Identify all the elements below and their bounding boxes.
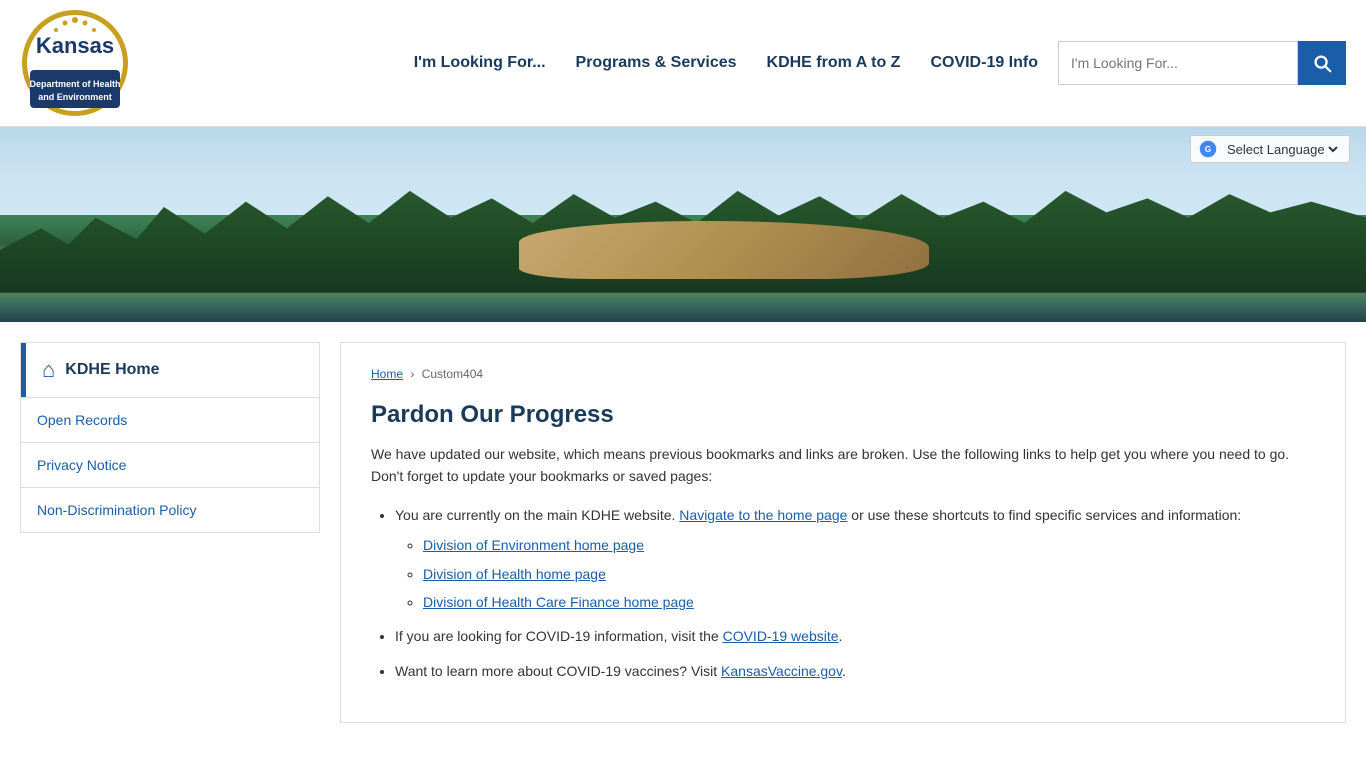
intro-text: We have updated our website, which means… — [371, 443, 1315, 488]
language-select[interactable]: Select Language Spanish French — [1223, 141, 1341, 158]
sidebar-item-non-discrimination[interactable]: Non-Discrimination Policy — [21, 487, 319, 532]
search-area — [1058, 41, 1346, 85]
sub-list-item-environment: Division of Environment home page — [423, 534, 1315, 556]
breadcrumb-home[interactable]: Home — [371, 367, 403, 381]
sub-list-1: Division of Environment home page Divisi… — [395, 534, 1315, 613]
site-header: Kansas Department of Health and Environm… — [0, 0, 1366, 127]
hero-water — [0, 273, 1366, 322]
division-health-link[interactable]: Division of Health home page — [423, 566, 606, 582]
svg-text:and Environment: and Environment — [38, 92, 112, 102]
main-nav: I'm Looking For... Programs & Services K… — [414, 54, 1038, 72]
covid-website-link[interactable]: COVID-19 website — [723, 628, 839, 644]
breadcrumb-current: Custom404 — [422, 367, 483, 381]
list-item-2: If you are looking for COVID-19 informat… — [395, 625, 1315, 647]
sidebar-home[interactable]: ⌂ KDHE Home — [21, 343, 319, 397]
search-button[interactable] — [1298, 41, 1346, 85]
list-item-2-text-after: . — [839, 628, 843, 644]
google-translate-icon: G — [1199, 140, 1217, 158]
sidebar-item-privacy-notice[interactable]: Privacy Notice — [21, 442, 319, 487]
list-item-3: Want to learn more about COVID-19 vaccin… — [395, 660, 1315, 682]
kdhe-logo[interactable]: Kansas Department of Health and Environm… — [20, 8, 130, 118]
page-title: Pardon Our Progress — [371, 401, 1315, 429]
list-item-1-text-before: You are currently on the main KDHE websi… — [395, 507, 679, 523]
sub-list-item-healthcare-finance: Division of Health Care Finance home pag… — [423, 591, 1315, 613]
sidebar: ⌂ KDHE Home Open Records Privacy Notice … — [20, 342, 320, 533]
navigate-home-link[interactable]: Navigate to the home page — [679, 507, 847, 523]
content-area: Home › Custom404 Pardon Our Progress We … — [340, 342, 1346, 723]
main-content-list: You are currently on the main KDHE websi… — [371, 504, 1315, 682]
nav-programs[interactable]: Programs & Services — [576, 54, 737, 72]
sidebar-item-open-records[interactable]: Open Records — [21, 398, 319, 442]
division-environment-link[interactable]: Division of Environment home page — [423, 537, 644, 553]
list-item-1-text-after: or use these shortcuts to find specific … — [847, 507, 1241, 523]
breadcrumb: Home › Custom404 — [371, 367, 1315, 381]
svg-text:G: G — [1205, 145, 1211, 154]
hero-image: G Select Language Spanish French — [0, 127, 1366, 322]
nav-kdhe-a-to-z[interactable]: KDHE from A to Z — [767, 54, 901, 72]
sidebar-home-label: KDHE Home — [65, 361, 159, 379]
list-item-1: You are currently on the main KDHE websi… — [395, 504, 1315, 614]
sub-list-item-health: Division of Health home page — [423, 563, 1315, 585]
list-item-3-text-before: Want to learn more about COVID-19 vaccin… — [395, 663, 721, 679]
breadcrumb-separator: › — [410, 367, 414, 381]
logo-area[interactable]: Kansas Department of Health and Environm… — [20, 8, 130, 118]
svg-text:Department of Health: Department of Health — [29, 79, 120, 89]
list-item-2-text-before: If you are looking for COVID-19 informat… — [395, 628, 723, 644]
main-container: ⌂ KDHE Home Open Records Privacy Notice … — [0, 322, 1366, 743]
home-icon: ⌂ — [42, 357, 55, 383]
search-icon — [1311, 52, 1333, 74]
division-healthcare-finance-link[interactable]: Division of Health Care Finance home pag… — [423, 594, 694, 610]
kansas-vaccine-link[interactable]: KansasVaccine.gov — [721, 663, 842, 679]
hero-rock — [519, 221, 929, 280]
list-item-3-text-after: . — [842, 663, 846, 679]
search-input[interactable] — [1058, 41, 1298, 85]
language-selector-bar: G Select Language Spanish French — [1190, 135, 1350, 163]
nav-looking-for[interactable]: I'm Looking For... — [414, 54, 546, 72]
svg-text:Kansas: Kansas — [36, 33, 114, 58]
nav-covid-info[interactable]: COVID-19 Info — [930, 54, 1038, 72]
